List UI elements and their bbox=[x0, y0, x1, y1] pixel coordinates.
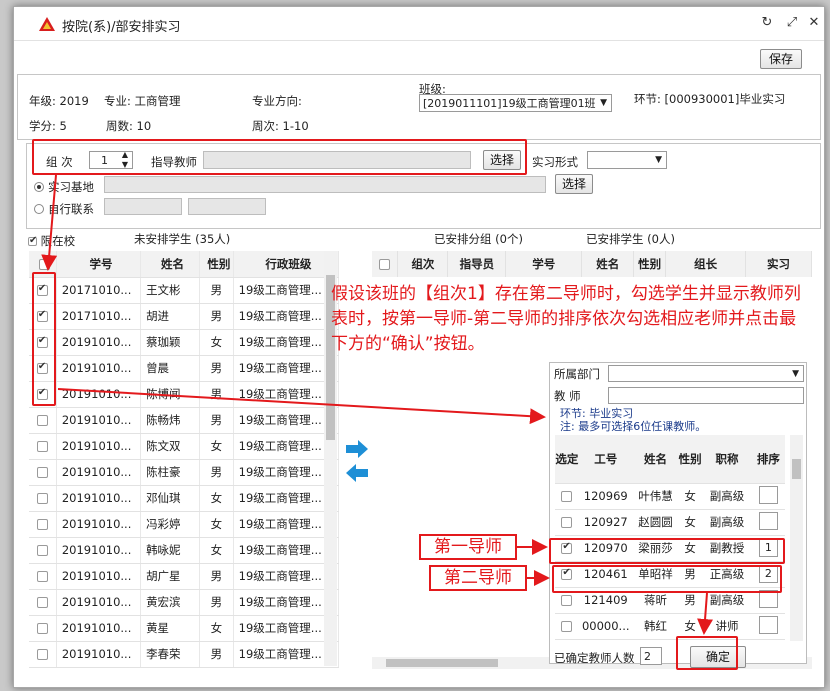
arrow-confirm bbox=[697, 592, 714, 635]
arrow-to-checkbox bbox=[41, 174, 58, 271]
arrow-to-popup bbox=[57, 388, 546, 425]
arrange-internship-dialog: 按院(系)/部安排实习 ↻ ⤢ ✕ 保存 年级: 2019 专业: 工商管理 专… bbox=[13, 6, 825, 688]
annotation-arrows bbox=[41, 174, 714, 635]
